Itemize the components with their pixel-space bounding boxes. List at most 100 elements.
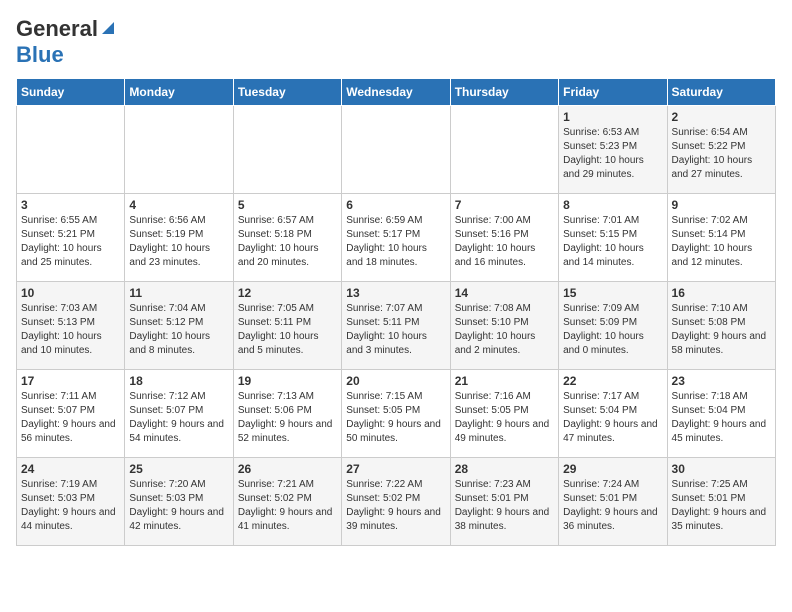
week-row-5: 24 Sunrise: 7:19 AMSunset: 5:03 PMDayligh… <box>17 458 776 546</box>
day-info: Sunrise: 7:10 AMSunset: 5:08 PMDaylight:… <box>672 302 771 358</box>
logo-arrow-icon <box>100 20 116 41</box>
calendar-cell <box>233 106 341 194</box>
calendar-cell: 26 Sunrise: 7:21 AMSunset: 5:02 PMDayligh… <box>233 458 341 546</box>
day-info: Sunrise: 7:00 AMSunset: 5:16 PMDaylight:… <box>455 214 554 270</box>
day-number: 29 <box>563 462 662 476</box>
calendar-cell: 16 Sunrise: 7:10 AMSunset: 5:08 PMDayligh… <box>667 282 775 370</box>
day-number: 22 <box>563 374 662 388</box>
day-info: Sunrise: 7:12 AMSunset: 5:07 PMDaylight:… <box>129 390 228 446</box>
week-row-1: 1 Sunrise: 6:53 AMSunset: 5:23 PMDaylight… <box>17 106 776 194</box>
day-number: 15 <box>563 286 662 300</box>
calendar-cell: 11 Sunrise: 7:04 AMSunset: 5:12 PMDayligh… <box>125 282 233 370</box>
day-number: 19 <box>238 374 337 388</box>
day-info: Sunrise: 7:09 AMSunset: 5:09 PMDaylight:… <box>563 302 662 358</box>
day-number: 11 <box>129 286 228 300</box>
day-info: Sunrise: 6:55 AMSunset: 5:21 PMDaylight:… <box>21 214 120 270</box>
day-info: Sunrise: 7:08 AMSunset: 5:10 PMDaylight:… <box>455 302 554 358</box>
day-info: Sunrise: 7:02 AMSunset: 5:14 PMDaylight:… <box>672 214 771 270</box>
day-number: 5 <box>238 198 337 212</box>
day-info: Sunrise: 6:59 AMSunset: 5:17 PMDaylight:… <box>346 214 445 270</box>
calendar-cell <box>450 106 558 194</box>
day-number: 27 <box>346 462 445 476</box>
page-header: General Blue <box>16 16 776 68</box>
calendar-cell: 29Sunrise: 7:24 AMSunset: 5:01 PMDayligh… <box>559 458 667 546</box>
day-number: 16 <box>672 286 771 300</box>
day-info: Sunrise: 6:54 AMSunset: 5:22 PMDaylight:… <box>672 126 771 182</box>
day-info: Sunrise: 7:19 AMSunset: 5:03 PMDaylight:… <box>21 478 120 534</box>
day-header-thursday: Thursday <box>450 79 558 106</box>
day-header-wednesday: Wednesday <box>342 79 450 106</box>
calendar-cell: 30Sunrise: 7:25 AMSunset: 5:01 PMDayligh… <box>667 458 775 546</box>
day-info: Sunrise: 7:22 AMSunset: 5:02 PMDaylight:… <box>346 478 445 534</box>
day-number: 1 <box>563 110 662 124</box>
logo-general: General <box>16 16 98 42</box>
calendar-header-row: SundayMondayTuesdayWednesdayThursdayFrid… <box>17 79 776 106</box>
day-header-friday: Friday <box>559 79 667 106</box>
calendar-cell: 20Sunrise: 7:15 AMSunset: 5:05 PMDayligh… <box>342 370 450 458</box>
day-info: Sunrise: 6:53 AMSunset: 5:23 PMDaylight:… <box>563 126 662 182</box>
day-info: Sunrise: 7:20 AMSunset: 5:03 PMDaylight:… <box>129 478 228 534</box>
calendar-cell: 10Sunrise: 7:03 AMSunset: 5:13 PMDayligh… <box>17 282 125 370</box>
calendar-cell: 5 Sunrise: 6:57 AMSunset: 5:18 PMDaylight… <box>233 194 341 282</box>
day-number: 28 <box>455 462 554 476</box>
calendar-cell: 6 Sunrise: 6:59 AMSunset: 5:17 PMDaylight… <box>342 194 450 282</box>
calendar-cell: 19 Sunrise: 7:13 AMSunset: 5:06 PMDayligh… <box>233 370 341 458</box>
logo-blue: Blue <box>16 42 64 67</box>
day-number: 25 <box>129 462 228 476</box>
calendar-cell: 4 Sunrise: 6:56 AMSunset: 5:19 PMDaylight… <box>125 194 233 282</box>
day-info: Sunrise: 7:01 AMSunset: 5:15 PMDaylight:… <box>563 214 662 270</box>
day-number: 6 <box>346 198 445 212</box>
day-info: Sunrise: 6:57 AMSunset: 5:18 PMDaylight:… <box>238 214 337 270</box>
day-number: 23 <box>672 374 771 388</box>
calendar-cell: 8 Sunrise: 7:01 AMSunset: 5:15 PMDaylight… <box>559 194 667 282</box>
calendar-cell: 17Sunrise: 7:11 AMSunset: 5:07 PMDayligh… <box>17 370 125 458</box>
week-row-3: 10Sunrise: 7:03 AMSunset: 5:13 PMDayligh… <box>17 282 776 370</box>
calendar-cell: 3Sunrise: 6:55 AMSunset: 5:21 PMDaylight… <box>17 194 125 282</box>
day-info: Sunrise: 7:18 AMSunset: 5:04 PMDaylight:… <box>672 390 771 446</box>
day-header-sunday: Sunday <box>17 79 125 106</box>
calendar-cell: 21 Sunrise: 7:16 AMSunset: 5:05 PMDayligh… <box>450 370 558 458</box>
day-number: 14 <box>455 286 554 300</box>
day-number: 2 <box>672 110 771 124</box>
calendar-cell: 27 Sunrise: 7:22 AMSunset: 5:02 PMDayligh… <box>342 458 450 546</box>
calendar-cell <box>17 106 125 194</box>
day-info: Sunrise: 6:56 AMSunset: 5:19 PMDaylight:… <box>129 214 228 270</box>
day-number: 26 <box>238 462 337 476</box>
logo: General Blue <box>16 16 116 68</box>
calendar-cell: 1 Sunrise: 6:53 AMSunset: 5:23 PMDaylight… <box>559 106 667 194</box>
week-row-2: 3Sunrise: 6:55 AMSunset: 5:21 PMDaylight… <box>17 194 776 282</box>
day-number: 4 <box>129 198 228 212</box>
day-info: Sunrise: 7:13 AMSunset: 5:06 PMDaylight:… <box>238 390 337 446</box>
calendar-cell: 9 Sunrise: 7:02 AMSunset: 5:14 PMDaylight… <box>667 194 775 282</box>
day-info: Sunrise: 7:15 AMSunset: 5:05 PMDaylight:… <box>346 390 445 446</box>
day-number: 7 <box>455 198 554 212</box>
calendar-cell: 7 Sunrise: 7:00 AMSunset: 5:16 PMDaylight… <box>450 194 558 282</box>
calendar-cell: 12Sunrise: 7:05 AMSunset: 5:11 PMDayligh… <box>233 282 341 370</box>
calendar-cell: 2 Sunrise: 6:54 AMSunset: 5:22 PMDaylight… <box>667 106 775 194</box>
calendar-cell: 14 Sunrise: 7:08 AMSunset: 5:10 PMDayligh… <box>450 282 558 370</box>
calendar-cell: 15 Sunrise: 7:09 AMSunset: 5:09 PMDayligh… <box>559 282 667 370</box>
calendar-cell <box>125 106 233 194</box>
day-header-tuesday: Tuesday <box>233 79 341 106</box>
calendar-cell: 22 Sunrise: 7:17 AMSunset: 5:04 PMDayligh… <box>559 370 667 458</box>
day-info: Sunrise: 7:03 AMSunset: 5:13 PMDaylight:… <box>21 302 120 358</box>
day-number: 9 <box>672 198 771 212</box>
day-info: Sunrise: 7:16 AMSunset: 5:05 PMDaylight:… <box>455 390 554 446</box>
calendar-cell: 28 Sunrise: 7:23 AMSunset: 5:01 PMDayligh… <box>450 458 558 546</box>
day-number: 21 <box>455 374 554 388</box>
day-number: 18 <box>129 374 228 388</box>
calendar-cell <box>342 106 450 194</box>
day-info: Sunrise: 7:17 AMSunset: 5:04 PMDaylight:… <box>563 390 662 446</box>
calendar-table: SundayMondayTuesdayWednesdayThursdayFrid… <box>16 78 776 546</box>
day-info: Sunrise: 7:21 AMSunset: 5:02 PMDaylight:… <box>238 478 337 534</box>
day-header-saturday: Saturday <box>667 79 775 106</box>
day-info: Sunrise: 7:04 AMSunset: 5:12 PMDaylight:… <box>129 302 228 358</box>
day-number: 24 <box>21 462 120 476</box>
day-number: 8 <box>563 198 662 212</box>
day-info: Sunrise: 7:25 AMSunset: 5:01 PMDaylight:… <box>672 478 771 534</box>
day-info: Sunrise: 7:23 AMSunset: 5:01 PMDaylight:… <box>455 478 554 534</box>
week-row-4: 17Sunrise: 7:11 AMSunset: 5:07 PMDayligh… <box>17 370 776 458</box>
calendar-cell: 18 Sunrise: 7:12 AMSunset: 5:07 PMDayligh… <box>125 370 233 458</box>
day-info: Sunrise: 7:07 AMSunset: 5:11 PMDaylight:… <box>346 302 445 358</box>
calendar-body: 1 Sunrise: 6:53 AMSunset: 5:23 PMDaylight… <box>17 106 776 546</box>
